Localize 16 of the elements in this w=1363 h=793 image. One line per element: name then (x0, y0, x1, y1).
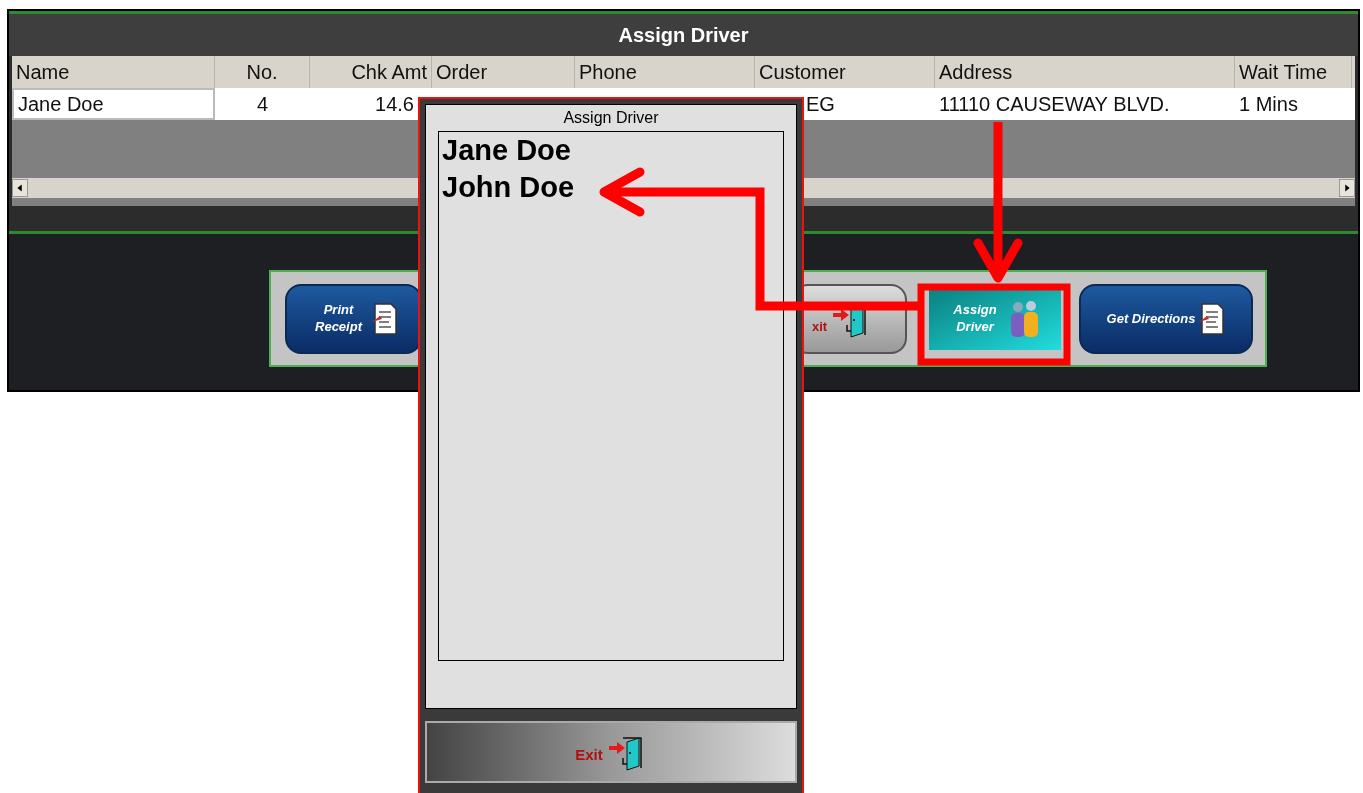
dialog-title: Assign Driver (562, 108, 660, 128)
scroll-left-icon[interactable] (12, 179, 28, 197)
get-directions-button[interactable]: Get Directions (1079, 283, 1253, 354)
scroll-right-icon[interactable] (1339, 179, 1355, 197)
window-title: Assign Driver (618, 23, 749, 48)
table-cell-text: 11110 CAUSEWAY BLVD. (938, 92, 1171, 117)
table-cell-text: EG (805, 92, 836, 117)
table-cell-text: 14.6 (374, 92, 415, 117)
column-header[interactable]: Name (12, 56, 215, 88)
table-cell-text: 1 Mins (1238, 92, 1299, 117)
driver-item[interactable]: John Doe (442, 169, 575, 206)
driver-item[interactable]: Jane Doe (442, 132, 571, 169)
table-cell-text: 4 (255, 92, 270, 117)
document-icon (1199, 301, 1226, 336)
document-icon (371, 301, 398, 336)
table-cell: Jane Doe (12, 88, 215, 120)
